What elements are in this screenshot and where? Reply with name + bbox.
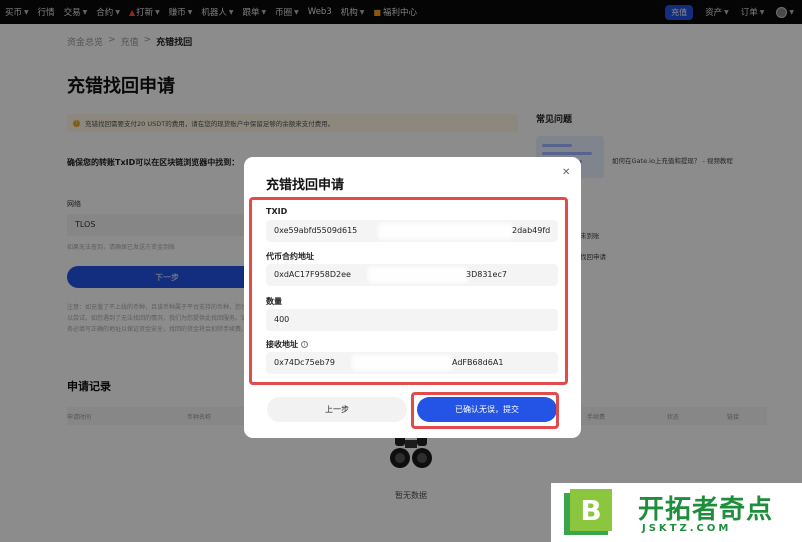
watermark-url: JSKTZ.COM xyxy=(642,523,732,534)
highlight-frame xyxy=(411,392,559,429)
watermark-title: 开拓者奇点 xyxy=(638,495,774,525)
watermark: B 开拓者奇点 JSKTZ.COM xyxy=(551,483,802,542)
svg-text:B: B xyxy=(580,494,601,527)
highlight-frame xyxy=(249,197,568,385)
previous-button[interactable]: 上一步 xyxy=(267,397,407,422)
brand-logo-icon: B xyxy=(564,489,612,535)
modal-title: 充错找回申请 xyxy=(266,178,345,193)
close-icon[interactable]: ✕ xyxy=(562,167,570,178)
